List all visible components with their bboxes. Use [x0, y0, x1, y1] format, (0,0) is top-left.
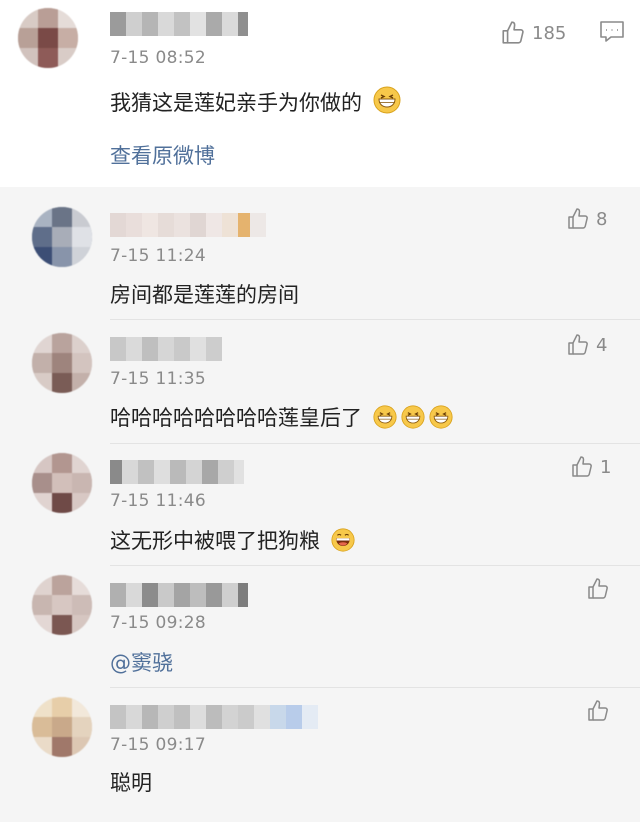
- thumbs-up-icon: [568, 334, 588, 355]
- thumbs-up-icon: [572, 456, 592, 477]
- main-comment: 7-15 08:52 185 我猜这是莲妃亲手为你做的 查看原微博: [0, 0, 640, 187]
- like-button[interactable]: 8: [566, 207, 607, 231]
- divider: [110, 565, 640, 566]
- reply-timestamp: 7-15 11:35: [110, 369, 206, 389]
- reply-timestamp: 7-15 09:28: [110, 613, 206, 633]
- username-blurred[interactable]: [110, 337, 222, 361]
- username-blurred[interactable]: [110, 705, 318, 729]
- laugh-emoji-icon: [331, 528, 355, 552]
- divider: [110, 319, 640, 320]
- reply-body: 这无形中被喂了把狗粮: [110, 529, 320, 553]
- grin-emoji-icon: [373, 405, 397, 429]
- reply-list: 7-15 11:24 8 房间都是莲莲的房间 7-15 11:35 4 哈哈哈哈…: [0, 187, 640, 822]
- grin-emoji-icon: [401, 405, 425, 429]
- reply-text: 这无形中被喂了把狗粮: [110, 525, 355, 555]
- reply-text: 哈哈哈哈哈哈哈哈莲皇后了: [110, 402, 453, 432]
- thumbs-up-icon: [568, 208, 588, 229]
- avatar[interactable]: [32, 453, 92, 513]
- avatar[interactable]: [32, 333, 92, 393]
- reply-body: 哈哈哈哈哈哈哈哈莲皇后了: [110, 406, 362, 430]
- like-count: 4: [596, 334, 608, 356]
- like-button[interactable]: [586, 699, 610, 723]
- username-blurred[interactable]: [110, 460, 244, 484]
- like-count: 8: [596, 208, 608, 230]
- reply-timestamp: 7-15 11:46: [110, 491, 206, 511]
- reply-timestamp: 7-15 09:17: [110, 735, 206, 755]
- thumbs-up-icon: [588, 578, 608, 599]
- comment-body: 我猜这是莲妃亲手为你做的: [110, 91, 362, 115]
- like-button[interactable]: [586, 577, 610, 601]
- grin-emoji-icon: [429, 405, 453, 429]
- avatar[interactable]: [32, 575, 92, 635]
- comment-icon[interactable]: [599, 20, 625, 44]
- thumbs-up-icon: [502, 21, 524, 44]
- username-blurred[interactable]: [110, 12, 248, 36]
- like-count: 185: [532, 22, 567, 44]
- avatar[interactable]: [18, 8, 78, 68]
- like-button[interactable]: 185: [500, 20, 566, 46]
- mention-link[interactable]: @窦骁: [110, 647, 173, 677]
- comment-timestamp: 7-15 08:52: [110, 48, 206, 68]
- like-button[interactable]: 1: [570, 455, 611, 479]
- username-blurred[interactable]: [110, 583, 248, 607]
- view-original-post-link[interactable]: 查看原微博: [110, 140, 215, 170]
- reply-text: 房间都是莲莲的房间: [110, 283, 299, 307]
- like-button[interactable]: 4: [566, 333, 607, 357]
- reply-timestamp: 7-15 11:24: [110, 246, 206, 266]
- avatar[interactable]: [32, 697, 92, 757]
- thumbs-up-icon: [588, 700, 608, 721]
- grin-emoji-icon: [373, 86, 401, 114]
- comment-text: 我猜这是莲妃亲手为你做的: [110, 86, 401, 117]
- reply-text: 聪明: [110, 771, 152, 795]
- username-blurred[interactable]: [110, 213, 266, 237]
- divider: [110, 443, 640, 444]
- divider: [110, 687, 640, 688]
- like-count: 1: [600, 456, 612, 478]
- avatar[interactable]: [32, 207, 92, 267]
